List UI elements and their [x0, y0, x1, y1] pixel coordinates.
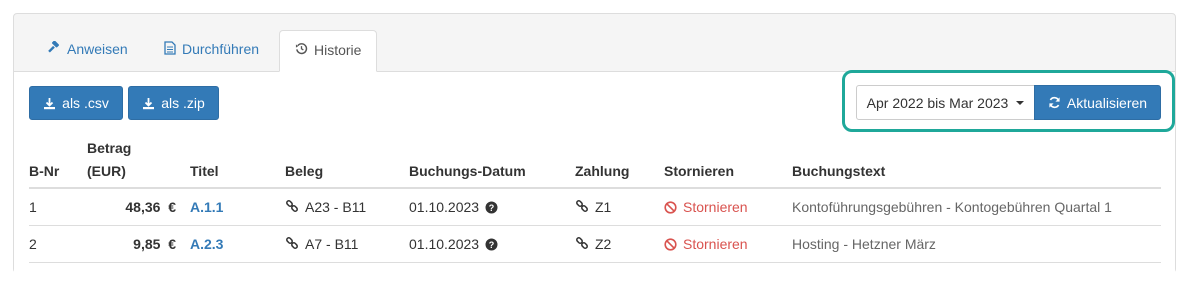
col-header-betrag-line2: (EUR) — [87, 163, 126, 179]
ban-icon — [664, 237, 677, 251]
tab-historie[interactable]: Historie — [279, 30, 378, 72]
cell-text: Hosting - Hetzner März — [792, 225, 1161, 263]
col-header-nr: B-Nr — [29, 140, 87, 189]
currency-symbol: € — [168, 199, 176, 215]
storno-button[interactable]: Stornieren — [664, 236, 792, 252]
download-icon — [142, 97, 155, 110]
amount-value: 9,85 — [133, 236, 161, 252]
tab-durchfuehren[interactable]: Durchführen — [149, 30, 274, 71]
export-zip-button[interactable]: als .zip — [128, 86, 219, 120]
export-csv-label: als .csv — [62, 95, 109, 111]
period-label: Apr 2022 bis Mar 2023 — [866, 94, 1009, 111]
ban-icon — [664, 200, 677, 214]
bookings-table: B-Nr Betrag (EUR) Titel Beleg Buchungs-D… — [29, 140, 1161, 263]
tab-label: Durchführen — [182, 41, 260, 57]
cell-betrag: 48,36 € — [87, 188, 190, 226]
table-row: 2 9,85 € A.2.3 A7 - B11 01.10.2023? Z2 S… — [29, 225, 1161, 263]
cell-storno: Stornieren — [664, 225, 792, 263]
tab-bar: Anweisen Durchführen Historie — [14, 14, 1175, 72]
refresh-icon — [1048, 96, 1061, 109]
file-icon — [164, 41, 176, 55]
zahlung-value[interactable]: Z2 — [595, 236, 611, 252]
amount-value: 48,36 — [125, 199, 161, 215]
cell-beleg: A23 - B11 — [285, 188, 409, 226]
svg-text:?: ? — [489, 203, 495, 213]
tab-anweisen[interactable]: Anweisen — [32, 30, 143, 71]
storno-label: Stornieren — [683, 199, 748, 215]
storno-label: Stornieren — [683, 236, 748, 252]
cell-nr: 2 — [29, 225, 87, 263]
tab-label: Anweisen — [67, 41, 128, 57]
download-icon — [43, 97, 56, 110]
beleg-value[interactable]: A23 - B11 — [305, 199, 366, 215]
col-header-titel: Titel — [190, 140, 285, 189]
period-dropdown[interactable]: Apr 2022 bis Mar 2023 — [856, 85, 1035, 120]
cell-betrag: 9,85 € — [87, 225, 190, 263]
col-header-zahlung: Zahlung — [575, 140, 664, 189]
col-header-datum: Buchungs-Datum — [409, 140, 575, 189]
cell-storno: Stornieren — [664, 188, 792, 226]
currency-symbol: € — [168, 236, 176, 252]
history-icon — [295, 42, 308, 55]
export-zip-label: als .zip — [161, 95, 205, 111]
col-header-storno: Stornieren — [664, 140, 792, 189]
titel-link[interactable]: A.1.1 — [190, 199, 223, 215]
beleg-value[interactable]: A7 - B11 — [305, 236, 358, 252]
link-icon — [285, 237, 299, 251]
col-header-text: Buchungstext — [792, 140, 1161, 189]
gavel-icon — [47, 41, 61, 55]
cell-nr: 1 — [29, 188, 87, 226]
cell-beleg: A7 - B11 — [285, 225, 409, 263]
titel-link[interactable]: A.2.3 — [190, 236, 223, 252]
cell-titel: A.1.1 — [190, 188, 285, 226]
col-header-beleg: Beleg — [285, 140, 409, 189]
link-icon — [575, 200, 589, 214]
cell-datum: 01.10.2023? — [409, 188, 575, 226]
export-csv-button[interactable]: als .csv — [29, 86, 123, 120]
link-icon — [575, 237, 589, 251]
cell-zahlung: Z2 — [575, 225, 664, 263]
refresh-label: Aktualisieren — [1066, 94, 1148, 111]
tab-label: Historie — [314, 42, 362, 58]
table-header-row: B-Nr Betrag (EUR) Titel Beleg Buchungs-D… — [29, 140, 1161, 189]
link-icon — [285, 200, 299, 214]
refresh-button[interactable]: Aktualisieren — [1034, 85, 1161, 120]
question-circle-icon[interactable]: ? — [485, 201, 498, 214]
table-row: 1 48,36 € A.1.1 A23 - B11 01.10.2023? Z1… — [29, 188, 1161, 226]
chevron-down-icon — [1016, 100, 1025, 105]
cell-text: Kontoführungsgebühren - Kontogebühren Qu… — [792, 188, 1161, 226]
col-header-betrag: Betrag (EUR) — [87, 140, 190, 189]
zahlung-value[interactable]: Z1 — [595, 199, 611, 215]
question-circle-icon[interactable]: ? — [485, 238, 498, 251]
datum-value: 01.10.2023 — [409, 199, 480, 215]
cell-titel: A.2.3 — [190, 225, 285, 263]
datum-value: 01.10.2023 — [409, 236, 480, 252]
cell-zahlung: Z1 — [575, 188, 664, 226]
cell-datum: 01.10.2023? — [409, 225, 575, 263]
storno-button[interactable]: Stornieren — [664, 199, 792, 215]
svg-text:?: ? — [489, 240, 495, 250]
col-header-betrag-line1: Betrag — [87, 140, 132, 156]
